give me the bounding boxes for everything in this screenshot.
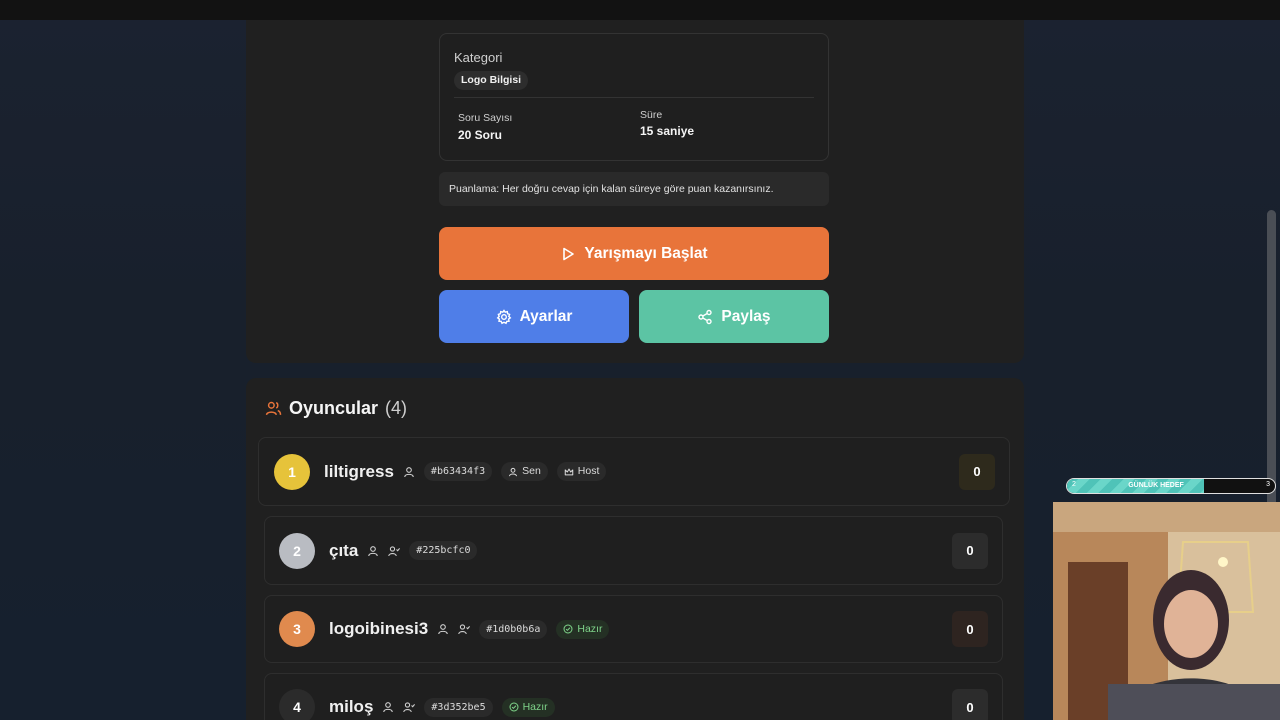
players-header: Oyuncular (4) — [265, 398, 407, 419]
player-name: miloş — [329, 697, 374, 716]
player-score: 0 — [959, 453, 995, 490]
users-icon — [265, 401, 282, 416]
daily-goal-label: GÜNLÜK HEDEF — [1128, 482, 1184, 489]
check-circle-icon — [563, 624, 573, 634]
host-badge: Host — [556, 462, 607, 481]
player-id-badge: #3d352be5 — [424, 697, 493, 717]
host-label: Host — [577, 465, 600, 477]
player-score: 0 — [952, 689, 988, 720]
user-icon — [509, 467, 518, 476]
player-row: 1 liltigress #b63434f3 Sen Host 0 — [258, 437, 1010, 506]
rank-badge: 4 — [279, 689, 315, 720]
share-label: Paylaş — [721, 307, 771, 325]
play-icon — [563, 247, 575, 260]
settings-button[interactable]: Ayarlar — [439, 290, 629, 343]
you-badge: Sen — [501, 462, 548, 481]
question-count-value: 20 Soru — [458, 128, 503, 142]
user-check-icon — [458, 624, 471, 635]
gear-icon — [496, 308, 511, 324]
player-score: 0 — [952, 611, 988, 647]
rank-badge: 3 — [279, 611, 315, 647]
settings-label: Ayarlar — [519, 307, 573, 325]
player-id-badge: #b63434f3 — [423, 462, 493, 481]
ready-badge: Hazır — [556, 619, 610, 639]
player-name: liltigress — [324, 461, 394, 481]
player-row: 4 miloş #3d352be5 Hazır 0 — [264, 673, 1003, 720]
player-id-badge: #225bcfc0 — [409, 541, 478, 560]
scoring-note: Puanlama: Her doğru cevap için kalan sür… — [439, 172, 829, 206]
check-circle-icon — [509, 702, 519, 712]
you-label: Sen — [522, 465, 541, 477]
player-row: 2 çıta #225bcfc0 0 — [264, 516, 1003, 585]
rank-badge: 2 — [279, 532, 315, 569]
start-quiz-button[interactable]: Yarışmayı Başlat — [439, 227, 829, 280]
player-name: çıta — [329, 540, 359, 560]
share-icon — [698, 309, 713, 324]
user-check-icon — [388, 545, 401, 556]
user-icon — [383, 702, 394, 713]
duration-label: Süre — [640, 109, 663, 121]
rank-badge: 1 — [274, 453, 310, 490]
player-row: 3 logoibinesi3 #1d0b0b6a Hazır 0 — [264, 595, 1003, 663]
divider — [454, 97, 814, 98]
user-icon — [368, 545, 379, 556]
player-score: 0 — [952, 532, 988, 569]
ready-badge: Hazır — [501, 697, 555, 717]
ready-label: Hazır — [522, 700, 548, 713]
share-button[interactable]: Paylaş — [639, 290, 829, 343]
start-quiz-label: Yarışmayı Başlat — [584, 244, 708, 262]
daily-goal-target: 3 — [1266, 481, 1270, 488]
crown-icon — [564, 468, 574, 475]
player-name: logoibinesi3 — [329, 619, 429, 638]
top-bar — [0, 0, 1280, 20]
ready-label: Hazır — [577, 622, 603, 635]
category-badge: Logo Bilgisi — [454, 71, 529, 90]
players-count: (4) — [385, 398, 408, 418]
question-count-label: Soru Sayısı — [458, 112, 513, 124]
user-check-icon — [403, 702, 416, 713]
webcam-overlay — [1053, 502, 1280, 720]
user-icon — [438, 624, 448, 635]
player-id-badge: #1d0b0b6a — [479, 619, 548, 639]
daily-goal-bar: 2 GÜNLÜK HEDEF 3 — [1066, 478, 1276, 494]
category-label: Kategori — [454, 50, 503, 65]
webcam-feed-image — [1053, 502, 1280, 720]
duration-value: 15 saniye — [640, 124, 695, 138]
user-icon — [404, 466, 414, 477]
quiz-info-box: Kategori Logo Bilgisi Soru Sayısı 20 Sor… — [439, 33, 829, 161]
page-scrollbar[interactable] — [1267, 210, 1276, 510]
players-title: Oyuncular — [289, 398, 379, 418]
